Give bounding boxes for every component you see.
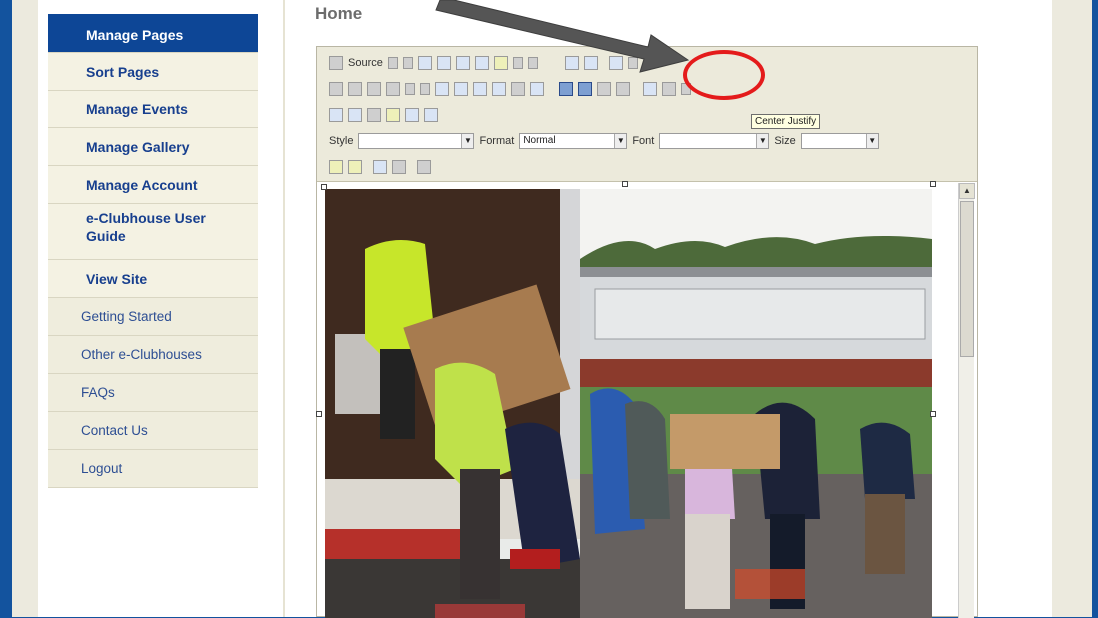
pointer-arrow-overlay bbox=[435, 0, 690, 73]
pointer-arrow-icon bbox=[435, 0, 690, 73]
